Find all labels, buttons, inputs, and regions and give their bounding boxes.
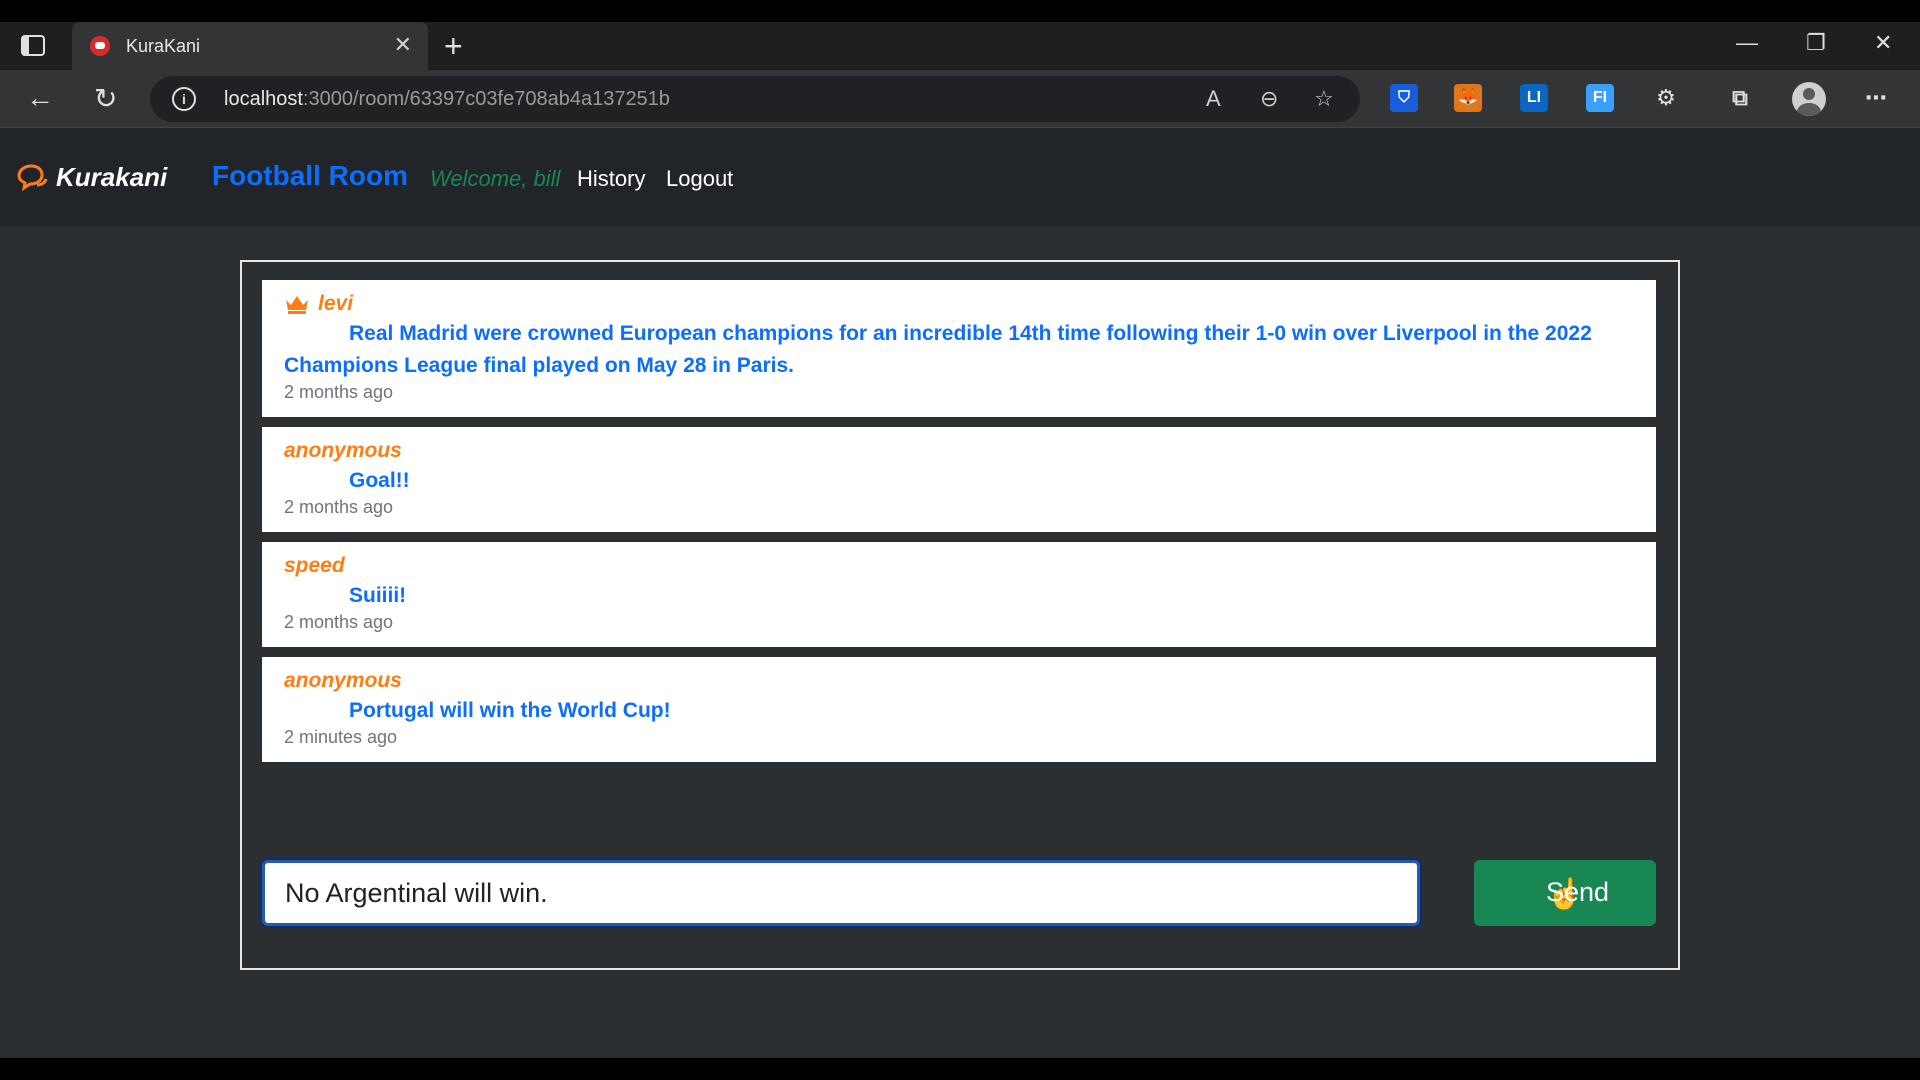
chat-box: levi Real Madrid were crowned European c… (240, 260, 1680, 970)
welcome-text: Welcome, bill (430, 166, 561, 191)
brand[interactable]: Kurakani (16, 162, 167, 193)
window-close-icon[interactable]: ✕ (1874, 30, 1892, 56)
message-time: 2 months ago (284, 497, 394, 517)
li-extension-icon[interactable]: LI (1520, 84, 1548, 112)
app-navbar: Kurakani Football Room Welcome, bill His… (0, 128, 1920, 226)
tab-title: KuraKani (126, 36, 201, 56)
read-aloud-icon[interactable]: A (1206, 86, 1221, 112)
browser-toolbar: ← ↻ i localhost:3000/room/63397c03fe708a… (0, 70, 1920, 128)
back-icon[interactable]: ← (26, 82, 54, 114)
message-item: levi Real Madrid were crowned European c… (262, 280, 1656, 417)
message-item: anonymous Portugal will win the World Cu… (262, 657, 1656, 762)
minimize-icon[interactable]: — (1736, 30, 1758, 56)
brand-name: Kurakani (56, 162, 168, 192)
profile-icon[interactable] (1792, 82, 1826, 116)
zoom-out-icon[interactable]: ⊖ (1260, 86, 1278, 112)
message-author: anonymous (284, 669, 402, 692)
crown-icon (286, 296, 308, 314)
message-list: levi Real Madrid were crowned European c… (262, 280, 1656, 772)
url-text[interactable]: localhost:3000/room/63397c03fe708ab4a137… (224, 88, 670, 111)
favorites-icon[interactable]: ☆ (1314, 86, 1334, 112)
message-text: Portugal will win the World Cup! (349, 699, 671, 722)
screen-bottom-bar (0, 1058, 1920, 1080)
bitwarden-icon[interactable]: ⛉ (1390, 84, 1418, 112)
info-icon[interactable]: i (172, 87, 196, 111)
extensions-icon[interactable]: ⚙ (1652, 84, 1680, 112)
message-item: anonymous Goal!! 2 months ago (262, 427, 1656, 532)
message-time: 2 months ago (284, 382, 394, 402)
message-item: speed Suiiii! 2 months ago (262, 542, 1656, 647)
metamask-icon[interactable]: 🦊 (1454, 84, 1482, 112)
chat-bubbles-icon (16, 163, 48, 192)
send-button[interactable]: ☝ Send (1474, 860, 1656, 926)
browser-tab[interactable]: KuraKani ✕ (72, 22, 428, 70)
send-label: Send (1546, 877, 1610, 907)
history-link[interactable]: History (577, 166, 645, 192)
page-content: Kurakani Football Room Welcome, bill His… (0, 128, 1920, 1058)
favicon (90, 36, 110, 56)
tab-actions-icon[interactable] (20, 34, 48, 58)
message-text: Suiiii! (349, 584, 407, 607)
fi-extension-icon[interactable]: FI (1586, 84, 1614, 112)
message-author: speed (284, 554, 345, 577)
message-author: levi (318, 292, 354, 315)
message-time: 2 months ago (284, 612, 394, 632)
restore-icon[interactable]: ❐ (1806, 30, 1826, 56)
screen-top-bar (0, 0, 1920, 22)
more-icon[interactable]: ⋯ (1862, 84, 1890, 112)
composer: ☝ Send (262, 860, 1656, 926)
message-input[interactable] (262, 860, 1420, 926)
new-tab-icon[interactable]: + (444, 28, 463, 65)
message-author: anonymous (284, 439, 402, 462)
refresh-icon[interactable]: ↻ (94, 82, 117, 115)
close-icon[interactable]: ✕ (394, 32, 412, 58)
message-text: Goal!! (349, 469, 410, 492)
logout-link[interactable]: Logout (666, 166, 733, 192)
browser-tabstrip: KuraKani ✕ + — ❐ ✕ (0, 22, 1920, 70)
message-text: Real Madrid were crowned European champi… (284, 322, 1592, 377)
room-title: Football Room (212, 160, 408, 191)
collections-icon[interactable]: ⧉ (1726, 84, 1754, 112)
message-time: 2 minutes ago (284, 727, 398, 747)
address-bar[interactable]: i localhost:3000/room/63397c03fe708ab4a1… (150, 76, 1360, 122)
